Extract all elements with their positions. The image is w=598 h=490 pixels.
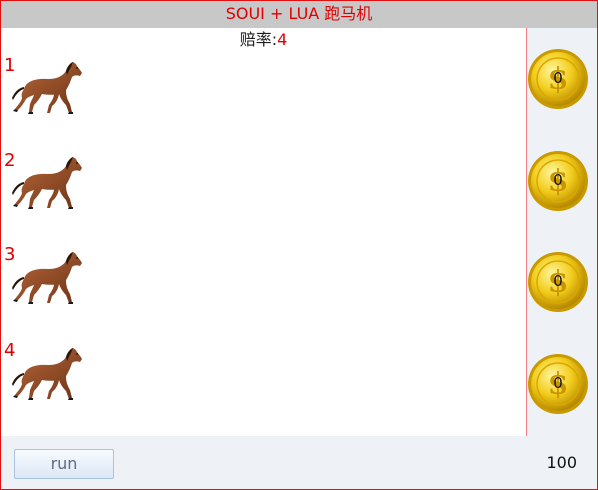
title-bar[interactable]: SOUI + LUA 跑马机 (1, 1, 597, 28)
run-button[interactable]: run (14, 449, 114, 479)
odds-label: 赔率: (239, 30, 278, 49)
bet-count-4: 0 (553, 374, 563, 392)
odds-display: 赔率:4 (1, 29, 526, 51)
balance-value: 100 (546, 453, 577, 472)
main-window: SOUI + LUA 跑马机 赔率:4 1 0 2 0 3 0 4 0 run … (0, 0, 598, 490)
horse-icon (10, 247, 84, 307)
bet-count-1: 0 (553, 69, 563, 87)
bet-count-3: 0 (553, 272, 563, 290)
horse-icon (10, 343, 84, 403)
bet-count-2: 0 (553, 171, 563, 189)
horse-icon (10, 57, 84, 117)
window-title: SOUI + LUA 跑马机 (225, 4, 373, 23)
odds-value: 4 (277, 30, 288, 49)
horse-icon (10, 152, 84, 212)
